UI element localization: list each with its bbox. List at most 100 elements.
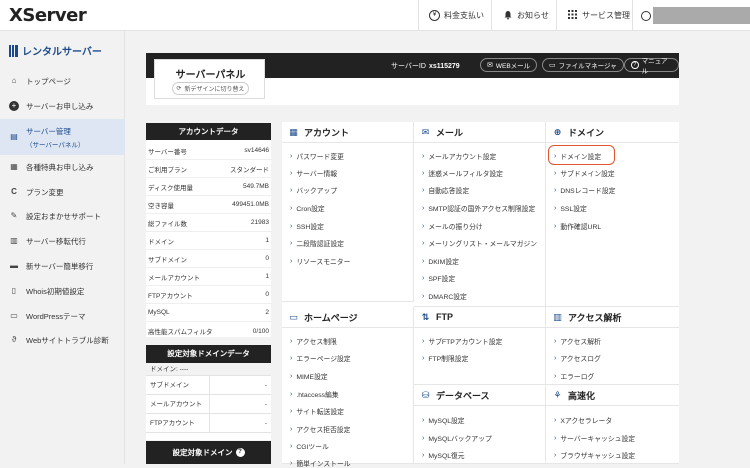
- row-key: 空き容量: [148, 202, 174, 210]
- row-value: 499451.0MB: [232, 201, 269, 208]
- target-domain-header: 設定対象ドメイン?: [146, 441, 271, 464]
- account-data-title: アカウントデータ: [146, 123, 271, 140]
- link-server-cache[interactable]: › サーバーキャッシュ設定: [554, 433, 636, 444]
- manual-button[interactable]: ? マニュアル: [624, 58, 679, 75]
- link-label: メールアカウント設定: [428, 154, 497, 161]
- link-site-redirect[interactable]: › サイト転送設定: [290, 406, 344, 417]
- table-row: FTPアカウント -: [146, 414, 271, 433]
- link-ssl[interactable]: › SSL設定: [554, 203, 587, 214]
- table-row: メールアカウント 1: [146, 268, 271, 286]
- link-x-accelerator[interactable]: › Xアクセラレータ: [554, 415, 612, 426]
- link-access-log[interactable]: › アクセスログ: [554, 353, 601, 364]
- link-cron[interactable]: › Cron設定: [290, 203, 325, 214]
- link-subdomain[interactable]: › サブドメイン設定: [554, 168, 615, 179]
- sidebar-item-whois[interactable]: ▯ Whois初期値設定: [0, 283, 125, 299]
- section-title: メール: [436, 127, 464, 138]
- sidebar-title[interactable]: レンタルサーバー: [9, 43, 102, 58]
- link-mime[interactable]: › MIME設定: [290, 371, 328, 382]
- link-backup[interactable]: › バックアップ: [290, 185, 337, 196]
- link-mailing-list[interactable]: › メーリングリスト・メールマガジン: [422, 238, 537, 249]
- chevron-right-icon: ›: [290, 169, 293, 177]
- link-server-info[interactable]: › サーバー情報: [290, 168, 337, 179]
- server-icon: ▤: [10, 132, 18, 141]
- link-dmarc[interactable]: › DMARC設定: [422, 291, 467, 302]
- link-verify-url[interactable]: › 動作確認URL: [554, 221, 602, 232]
- link-dns-record[interactable]: › DNSレコード設定: [554, 185, 615, 196]
- link-label: 迷惑メールフィルタ設定: [428, 171, 503, 178]
- link-dkim[interactable]: › DKIM設定: [422, 256, 459, 267]
- link-auto-reply[interactable]: › 自動応答設定: [422, 185, 469, 196]
- link-access-deny[interactable]: › アクセス拒否設定: [290, 424, 350, 435]
- link-mysql-backup[interactable]: › MySQLバックアップ: [422, 433, 492, 444]
- chevron-right-icon: ›: [554, 434, 557, 442]
- link-label: 動作確認URL: [560, 224, 602, 231]
- sidebar-item-support[interactable]: ✎ 設定おまかせサポート: [0, 208, 125, 224]
- home-icon: ⌂: [11, 76, 17, 85]
- globe-icon: ⊕: [553, 127, 562, 137]
- link-spf[interactable]: › SPF設定: [422, 273, 455, 284]
- link-error-log[interactable]: › エラーログ: [554, 371, 594, 382]
- link-label: SSL設定: [560, 206, 587, 213]
- link-resource-monitor[interactable]: › リソースモニター: [290, 256, 350, 267]
- link-mail-sort[interactable]: › メールの振り分け: [422, 221, 483, 232]
- link-spam-filter[interactable]: › 迷惑メールフィルタ設定: [422, 168, 503, 179]
- link-sub-ftp[interactable]: › サブFTPアカウント設定: [422, 336, 502, 347]
- sidebar-item-benefits[interactable]: ▦ 各種特典お申し込み: [0, 159, 125, 175]
- link-mail-account[interactable]: › メールアカウント設定: [422, 151, 497, 162]
- sidebar-item-migration[interactable]: ▬ 新サーバー簡単移行: [0, 258, 125, 274]
- chevron-right-icon: ›: [422, 169, 425, 177]
- link-cgi-tools[interactable]: › CGIツール: [290, 441, 329, 452]
- sidebar-item-label: WordPressテーマ: [26, 311, 86, 321]
- user-name-redacted: [653, 7, 750, 24]
- link-mysql-settings[interactable]: › MySQL設定: [422, 415, 465, 426]
- link-label: DKIM設定: [428, 259, 459, 266]
- row-value: -: [264, 401, 267, 408]
- sidebar-item-order[interactable]: + サーバーお申し込み: [0, 98, 125, 114]
- top-header: XServer ¥ 料金支払い お知らせ サービス管理: [0, 0, 750, 31]
- link-ftp-restriction[interactable]: › FTP制限設定: [422, 353, 468, 364]
- link-password-change[interactable]: › パスワード変更: [290, 151, 344, 162]
- domain-data-title: 設定対象ドメインデータ: [146, 345, 271, 363]
- link-two-factor[interactable]: › 二段階認証設定: [290, 238, 344, 249]
- truck-icon: ▬: [10, 261, 18, 270]
- switch-design-button[interactable]: ⟳ 新デザインに切り替え: [172, 82, 249, 95]
- sidebar-item-wordpress-theme[interactable]: ▭ WordPressテーマ: [0, 308, 125, 324]
- link-label: SMTP認証の国外アクセス制限設定: [428, 206, 536, 213]
- link-htaccess[interactable]: › .htaccess編集: [290, 389, 339, 400]
- sidebar-item-label: サーバー管理: [26, 126, 71, 136]
- sidebar-item-plan-change[interactable]: C プラン変更: [0, 184, 125, 200]
- link-label: サーバーキャッシュ設定: [560, 436, 636, 443]
- sidebar-item-top[interactable]: ⌂ トップページ: [0, 73, 125, 89]
- link-error-page[interactable]: › エラーページ設定: [290, 353, 351, 364]
- chevron-right-icon: ›: [290, 442, 293, 450]
- sidebar-item-label: 各種特典お申し込み: [26, 162, 94, 172]
- help-icon[interactable]: ?: [235, 448, 245, 457]
- link-mysql-restore[interactable]: › MySQL復元: [422, 450, 465, 461]
- wrench-icon: ✎: [10, 211, 18, 220]
- header-service-link[interactable]: サービス管理: [556, 0, 640, 31]
- section-title: アカウント: [304, 127, 350, 138]
- link-easy-install[interactable]: › 簡単インストール: [290, 458, 351, 468]
- sidebar-item-server-manage[interactable]: ▤ サーバー管理 （サーバーパネル）: [0, 119, 125, 155]
- row-key: ご利用プラン: [148, 166, 187, 174]
- link-label: MIME設定: [296, 374, 328, 381]
- chevron-right-icon: ›: [290, 204, 293, 212]
- link-ssh[interactable]: › SSH設定: [290, 221, 324, 232]
- xserver-logo[interactable]: XServer: [9, 5, 87, 26]
- file-manager-button[interactable]: ▭ ファイルマネージャ: [542, 58, 624, 72]
- row-value: 1: [265, 237, 269, 244]
- chevron-right-icon: ›: [422, 204, 425, 212]
- header-service-label: サービス管理: [582, 11, 630, 20]
- link-smtp-restriction[interactable]: › SMTP認証の国外アクセス制限設定: [422, 203, 536, 214]
- link-browser-cache[interactable]: › ブラウザキャッシュ設定: [554, 450, 635, 461]
- file-manager-label: ファイルマネージャ: [558, 63, 617, 70]
- link-access-restriction[interactable]: › アクセス制限: [290, 336, 337, 347]
- header-payment-link[interactable]: ¥ 料金支払い: [418, 0, 494, 31]
- sidebar-item-transfer[interactable]: ▥ サーバー移転代行: [0, 233, 125, 249]
- link-access-analytics[interactable]: › アクセス解析: [554, 336, 601, 347]
- header-news-link[interactable]: お知らせ: [491, 0, 559, 31]
- sidebar-item-label: Whois初期値設定: [26, 286, 85, 296]
- sidebar-item-diagnosis[interactable]: ϑ Webサイトトラブル診断: [0, 332, 125, 348]
- link-label: MySQL復元: [428, 453, 465, 460]
- webmail-button[interactable]: ✉ WEBメール: [480, 58, 538, 72]
